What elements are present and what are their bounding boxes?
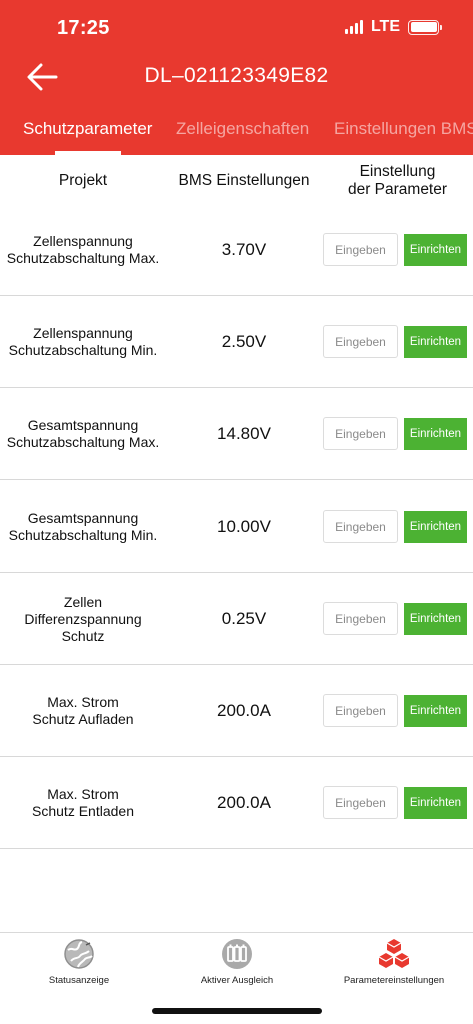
set-button[interactable]: Einrichten xyxy=(404,603,467,635)
cubes-icon xyxy=(378,939,410,968)
parameter-row: Gesamtspannung Schutzabschaltung Min. 10… xyxy=(0,481,473,573)
nav-label: Parametereinstellungen xyxy=(343,975,445,986)
header-project: Projekt xyxy=(58,172,108,189)
parameter-row: Max. Strom Schutz Entladen 200.0A Eingeb… xyxy=(0,757,473,849)
signal-icon xyxy=(344,20,363,34)
parameter-label: Max. Strom Schutz Aufladen xyxy=(32,694,134,727)
parameter-value: 200.0A xyxy=(217,701,271,720)
set-button[interactable]: Einrichten xyxy=(404,234,467,266)
table-header: Projekt BMS Einstellungen Einstellung de… xyxy=(0,155,473,210)
input-button[interactable]: Eingeben xyxy=(323,510,398,543)
set-button[interactable]: Einrichten xyxy=(404,326,467,358)
parameter-value: 0.25V xyxy=(221,609,267,628)
tab-zelleigenschaften[interactable]: Zelleigenschaften xyxy=(176,119,309,139)
battery-icon xyxy=(408,19,442,35)
input-button[interactable]: Eingeben xyxy=(323,417,398,450)
header-bms-settings: BMS Einstellungen xyxy=(178,172,310,189)
header-parameter-setting: Einstellung der Parameter xyxy=(347,163,448,198)
parameter-value: 10.00V xyxy=(217,517,271,536)
home-indicator[interactable] xyxy=(152,1008,322,1014)
input-button[interactable]: Eingeben xyxy=(323,694,398,727)
parameter-value: 3.70V xyxy=(221,240,267,259)
input-button[interactable]: Eingeben xyxy=(323,786,398,819)
nav-label: Statusanzeige xyxy=(48,975,110,986)
set-button[interactable]: Einrichten xyxy=(404,787,467,819)
nav-label: Aktiver Ausgleich xyxy=(200,975,274,986)
nav-parametereinstellungen[interactable]: Parametereinstellungen xyxy=(315,937,473,993)
set-button[interactable]: Einrichten xyxy=(404,418,467,450)
globe-icon xyxy=(64,939,94,969)
tab-schutzparameter[interactable]: Schutzparameter xyxy=(23,119,152,139)
input-button[interactable]: Eingeben xyxy=(323,325,398,358)
nav-aktiver-ausgleich[interactable]: Aktiver Ausgleich xyxy=(158,937,316,993)
parameter-label: Zellenspannung Schutzabschaltung Min. xyxy=(8,325,158,358)
input-button[interactable]: Eingeben xyxy=(323,233,398,266)
parameter-value: 2.50V xyxy=(221,332,267,351)
parameter-label: Max. Strom Schutz Entladen xyxy=(32,786,134,819)
parameter-label: Zellen Differenzspannung Schutz xyxy=(24,593,142,644)
parameter-row: Zellen Differenzspannung Schutz 0.25V Ei… xyxy=(0,573,473,665)
parameter-label: Gesamtspannung Schutzabschaltung Max. xyxy=(6,417,160,450)
parameter-label: Gesamtspannung Schutzabschaltung Min. xyxy=(8,510,158,543)
status-indicators: LTE xyxy=(344,18,442,36)
set-button[interactable]: Einrichten xyxy=(404,511,467,543)
top-app-bar: 17:25 LTE DL–021123349E82 Schutzparamete… xyxy=(0,0,473,155)
tab-einstellungen-bms[interactable]: Einstellungen BMS xyxy=(334,119,473,139)
page-title: DL–021123349E82 xyxy=(144,64,329,87)
parameter-value: 200.0A xyxy=(217,793,271,812)
parameter-value: 14.80V xyxy=(217,424,271,443)
nav-statusanzeige[interactable]: Statusanzeige xyxy=(0,937,158,993)
input-button[interactable]: Eingeben xyxy=(323,602,398,635)
parameter-row: Gesamtspannung Schutzabschaltung Max. 14… xyxy=(0,388,473,480)
parameter-label: Zellenspannung Schutzabschaltung Max. xyxy=(6,233,160,266)
tab-bar: Schutzparameter Zelleigenschaften Einste… xyxy=(0,115,473,155)
status-time: 17:25 xyxy=(57,17,110,39)
network-type: LTE xyxy=(370,18,400,35)
parameter-row: Zellenspannung Schutzabschaltung Max. 3.… xyxy=(0,204,473,296)
parameter-row: Max. Strom Schutz Aufladen 200.0A Eingeb… xyxy=(0,665,473,757)
battery-cells-icon xyxy=(222,939,252,969)
set-button[interactable]: Einrichten xyxy=(404,695,467,727)
parameter-row: Zellenspannung Schutzabschaltung Min. 2.… xyxy=(0,296,473,388)
